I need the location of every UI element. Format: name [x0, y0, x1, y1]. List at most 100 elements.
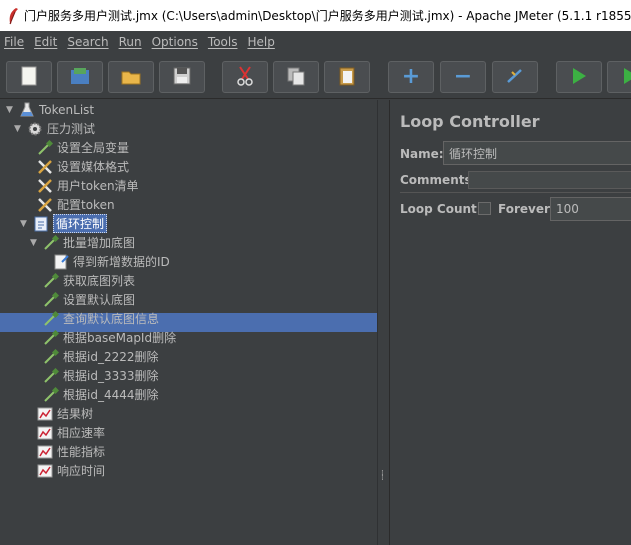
test-plan-tree[interactable]: ▼ TokenList ▼ 压力测试设置全局变量 设置媒体格式用户token清单配置to…	[0, 100, 377, 545]
window-title: 门户服务多用户测试.jmx (C:\Users\admin\Desktop\门户…	[24, 9, 631, 23]
pipette-icon	[36, 139, 54, 157]
forever-label: Forever	[498, 202, 550, 216]
expand-icon: +	[401, 64, 421, 89]
expand-button[interactable]: +	[388, 61, 434, 93]
cut-icon	[235, 65, 255, 90]
paste-button[interactable]	[324, 61, 370, 93]
tree-node[interactable]: 性能指标	[24, 442, 105, 461]
collapse-button[interactable]: −	[440, 61, 486, 93]
start-button[interactable]	[556, 61, 602, 93]
tree-node-label: 配置token	[57, 198, 115, 212]
tree-node[interactable]: 设置默认底图	[30, 290, 135, 309]
tree-node[interactable]: 查询默认底图信息	[30, 309, 159, 328]
tree-node-label: 性能指标	[57, 445, 106, 459]
tree-node-label: 得到新增数据的ID	[73, 255, 170, 269]
gear-icon	[26, 120, 44, 138]
menu-help[interactable]: Help	[247, 35, 274, 49]
loop-count-value: 100	[556, 202, 579, 216]
name-field[interactable]: 循环控制	[443, 141, 631, 165]
toggle-icon	[504, 66, 526, 89]
split-pane-divider[interactable]: ⁞ ⁞	[377, 100, 388, 545]
tree-node[interactable]: ▼ TokenList	[6, 100, 94, 119]
menu-edit[interactable]: Edit	[34, 35, 57, 49]
menu-options[interactable]: Options	[152, 35, 198, 49]
tree-node-label: 响应时间	[57, 464, 106, 478]
tree-node-label: 根据id_2222删除	[63, 350, 159, 364]
tree-node[interactable]: 根据id_4444删除	[30, 385, 159, 404]
cut-button[interactable]	[222, 61, 268, 93]
tree-node[interactable]: 设置媒体格式	[24, 157, 129, 176]
tree-node-label: 根据id_4444删除	[63, 388, 159, 402]
tree-node-label: 根据id_3333删除	[63, 369, 159, 383]
jmeter-feather-icon	[6, 6, 20, 26]
tree-node[interactable]: 得到新增数据的ID	[40, 252, 170, 271]
open-button[interactable]	[108, 61, 154, 93]
pipette-icon	[42, 310, 60, 328]
tree-node[interactable]: 响应时间	[24, 461, 105, 480]
tree-node[interactable]: 结果树	[24, 404, 93, 423]
new-button[interactable]	[6, 61, 52, 93]
panel-title: Loop Controller	[400, 112, 540, 131]
tree-node[interactable]: ▼ 压力测试	[14, 119, 95, 138]
comments-field[interactable]	[468, 171, 631, 189]
pipette-icon	[42, 348, 60, 366]
toolbar: + −	[0, 53, 631, 99]
tree-node-label: 设置媒体格式	[57, 160, 130, 174]
flask-icon	[18, 101, 36, 119]
tree-node-label: 循环控制	[53, 214, 108, 233]
tree-node[interactable]: 根据baseMapId删除	[30, 328, 176, 347]
expand-arrow-icon[interactable]: ▼	[6, 105, 16, 115]
tree-node[interactable]: 配置token	[24, 195, 115, 214]
copy-button[interactable]	[273, 61, 319, 93]
tree-node[interactable]: ▼ 批量增加底图	[30, 233, 135, 252]
tree-node[interactable]: ▼ 循环控制	[20, 214, 108, 233]
listener-chart-icon	[36, 424, 54, 442]
templates-button[interactable]	[57, 61, 103, 93]
tree-node-label: 查询默认底图信息	[63, 312, 160, 326]
loop-controller-panel: Loop Controller Name: 循环控制 Comments: Loo…	[389, 100, 631, 545]
start-no-pauses-icon	[622, 67, 631, 88]
tree-node-label: 批量增加底图	[63, 236, 136, 250]
tree-node-label: 根据baseMapId删除	[63, 331, 177, 345]
menu-run[interactable]: Run	[119, 35, 142, 49]
toggle-button[interactable]	[492, 61, 538, 93]
name-label: Name:	[400, 147, 444, 161]
tree-node[interactable]: 根据id_3333删除	[30, 366, 159, 385]
tree-node-label: 设置全局变量	[57, 141, 130, 155]
section-separator	[400, 192, 631, 193]
expand-arrow-icon[interactable]: ▼	[30, 238, 40, 248]
menu-search[interactable]: Search	[67, 35, 108, 49]
tree-node-label: TokenList	[39, 102, 95, 117]
menu-tools[interactable]: Tools	[208, 35, 238, 49]
save-button[interactable]	[159, 61, 205, 93]
tree-node[interactable]: 根据id_2222删除	[30, 347, 159, 366]
tree-node[interactable]: 用户token清单	[24, 176, 139, 195]
start-no-pauses-button[interactable]	[607, 61, 631, 93]
open-icon	[120, 66, 142, 89]
name-value: 循环控制	[449, 146, 498, 161]
paste-icon	[337, 65, 357, 90]
pipette-icon	[42, 272, 60, 290]
pipette-icon	[42, 329, 60, 347]
tree-node-label: 获取底图列表	[63, 274, 136, 288]
expand-arrow-icon[interactable]: ▼	[14, 124, 24, 134]
menu-file[interactable]: File	[4, 35, 24, 49]
pipette-icon	[42, 367, 60, 385]
listener-chart-icon	[36, 462, 54, 480]
tree-node[interactable]: 相应速率	[24, 423, 105, 442]
expand-arrow-icon[interactable]: ▼	[20, 219, 30, 229]
loop-count-field[interactable]: 100	[550, 197, 631, 221]
tree-node[interactable]: 设置全局变量	[24, 138, 129, 157]
listener-chart-icon	[36, 405, 54, 423]
tree-node-label: 相应速率	[57, 426, 106, 440]
new-icon	[20, 66, 38, 89]
tree-node[interactable]: 获取底图列表	[30, 271, 135, 290]
window-titlebar: 门户服务多用户测试.jmx (C:\Users\admin\Desktop\门户…	[0, 0, 631, 31]
pipette-icon	[42, 386, 60, 404]
post-processor-icon	[52, 253, 70, 271]
forever-checkbox[interactable]	[478, 202, 491, 215]
pipette-icon	[42, 291, 60, 309]
copy-icon	[286, 66, 306, 89]
pipette-icon	[42, 234, 60, 252]
tools-icon	[36, 158, 54, 176]
